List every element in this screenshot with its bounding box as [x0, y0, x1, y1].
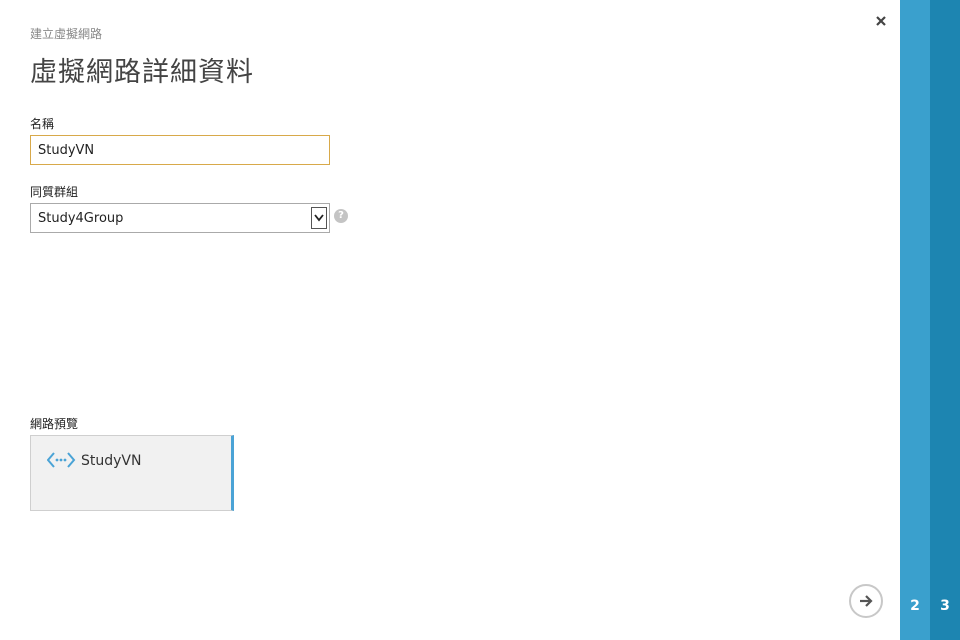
affinity-group-selected-value: Study4Group: [38, 211, 124, 226]
wizard-step-2[interactable]: 2: [900, 0, 930, 640]
affinity-group-label: 同質群組: [30, 185, 79, 199]
create-virtual-network-wizard: 建立虛擬網路 虛擬網路詳細資料 名稱 同質群組 Study4Group ? 網路…: [0, 0, 960, 640]
arrow-right-icon: [860, 595, 873, 607]
network-preview-label: 網路預覽: [30, 417, 79, 431]
affinity-group-select[interactable]: Study4Group: [30, 203, 330, 233]
breadcrumb: 建立虛擬網路: [30, 27, 103, 41]
next-button[interactable]: [849, 584, 883, 618]
wizard-step-3[interactable]: 3: [930, 0, 960, 640]
chevron-down-icon[interactable]: [311, 207, 327, 229]
help-icon[interactable]: ?: [334, 209, 348, 223]
network-preview-name: StudyVN: [81, 453, 142, 469]
name-input[interactable]: [30, 135, 330, 165]
step-3-number: 3: [940, 598, 950, 614]
virtual-network-icon: [46, 451, 77, 473]
name-label: 名稱: [30, 117, 55, 131]
page-title: 虛擬網路詳細資料: [30, 57, 254, 88]
step-2-number: 2: [910, 598, 920, 614]
close-icon[interactable]: [874, 13, 888, 27]
network-preview-card: StudyVN: [30, 435, 234, 511]
